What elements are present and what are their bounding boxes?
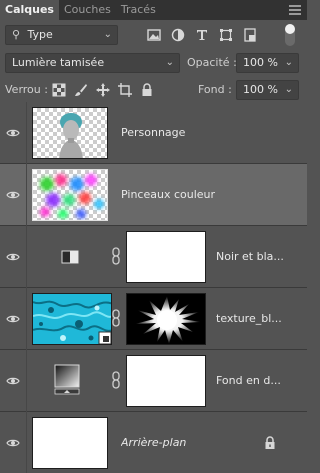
opacity-value: 100 % xyxy=(243,56,278,69)
visibility-separator xyxy=(26,350,27,412)
opacity-field[interactable]: 100 % ⌄ xyxy=(236,53,299,73)
lock-label: Verrou : xyxy=(5,83,48,96)
chevron-down-icon: ⌄ xyxy=(284,84,293,95)
layer-name: Personnage xyxy=(121,126,186,139)
layer-thumbnail xyxy=(32,293,112,345)
filter-kind-value: Type xyxy=(27,28,53,41)
blend-mode-select[interactable]: Lumière tamisée ⌄ xyxy=(5,53,180,73)
visibility-separator xyxy=(26,226,27,288)
link-chain-icon[interactable] xyxy=(111,246,121,266)
lock-position-icon[interactable] xyxy=(95,82,111,98)
portrait-thumbnail xyxy=(59,113,83,158)
gradient-fill-icon xyxy=(54,364,80,395)
blend-mode-value: Lumière tamisée xyxy=(12,56,105,69)
type-filter-icon[interactable] xyxy=(194,27,210,43)
visibility-separator xyxy=(26,164,27,226)
visibility-separator xyxy=(26,102,27,164)
layer-name: Fond en d... xyxy=(216,374,281,387)
lock-image-pixels-icon[interactable] xyxy=(73,82,89,98)
layer-personnage[interactable]: Personnage xyxy=(0,102,307,164)
color-brushes-thumbnail xyxy=(40,174,104,219)
chevron-down-icon: ⌄ xyxy=(165,57,174,68)
filter-row: ⚲ Type ⌄ xyxy=(0,24,307,46)
layer-name: texture_bl... xyxy=(216,312,282,325)
eye-icon[interactable] xyxy=(6,312,20,326)
link-chain-icon[interactable] xyxy=(111,370,121,390)
lock-artboard-icon[interactable] xyxy=(117,82,133,98)
fill-value: 100 % xyxy=(243,83,278,96)
layer-mask-thumbnail xyxy=(126,293,206,345)
panel-tab-bar: Calques Couches Tracés xyxy=(0,0,307,20)
lock-all-icon[interactable] xyxy=(139,82,155,98)
filter-toggle[interactable] xyxy=(285,24,295,46)
lock-icon[interactable] xyxy=(264,436,276,450)
layer-thumbnail xyxy=(32,169,108,221)
eye-icon[interactable] xyxy=(6,374,20,388)
starburst-mask xyxy=(135,296,201,344)
layer-mask-thumbnail xyxy=(126,231,206,283)
blend-row: Lumière tamisée ⌄ Opacité : 100 % ⌄ xyxy=(0,52,307,74)
layer-thumbnail xyxy=(32,107,108,159)
search-icon: ⚲ xyxy=(12,28,21,41)
chevron-down-icon: ⌄ xyxy=(284,57,293,68)
layer-fond-en-degrade[interactable]: Fond en d... xyxy=(0,350,307,412)
opacity-label: Opacité : xyxy=(187,56,237,69)
layer-name: Arrière-plan xyxy=(121,436,187,449)
fill-label: Fond : xyxy=(198,83,232,96)
smart-object-filter-icon[interactable] xyxy=(242,27,258,43)
link-chain-icon[interactable] xyxy=(111,308,121,328)
lock-row: Verrou : Fond : 100 % ⌄ xyxy=(0,79,307,101)
layer-mask-thumbnail xyxy=(126,355,206,407)
black-white-adjustment-icon xyxy=(61,250,79,264)
eye-icon[interactable] xyxy=(6,188,20,202)
eye-icon[interactable] xyxy=(6,250,20,264)
tab-traces[interactable]: Tracés xyxy=(116,0,161,20)
fill-field[interactable]: 100 % ⌄ xyxy=(236,80,299,100)
layer-name: Pinceaux couleur xyxy=(121,188,216,201)
shape-filter-icon[interactable] xyxy=(218,27,234,43)
layer-texture[interactable]: texture_bl... xyxy=(0,288,307,350)
tab-calques[interactable]: Calques xyxy=(0,0,59,20)
layer-pinceaux-couleur[interactable]: Pinceaux couleur xyxy=(0,164,307,226)
adjustment-filter-icon[interactable] xyxy=(170,27,186,43)
layer-name: Noir et bla... xyxy=(216,250,284,263)
texture-thumbnail xyxy=(33,294,111,344)
filter-kind-select[interactable]: ⚲ Type ⌄ xyxy=(5,25,118,45)
layers-list: Personnage Pinceaux couleur Noir et bla.… xyxy=(0,102,307,473)
chevron-down-icon: ⌄ xyxy=(103,29,112,40)
panel-menu-icon[interactable] xyxy=(289,5,301,15)
eye-icon[interactable] xyxy=(6,436,20,450)
visibility-separator xyxy=(26,288,27,350)
image-filter-icon[interactable] xyxy=(146,27,162,43)
layer-arriere-plan[interactable]: Arrière-plan xyxy=(0,412,307,473)
eye-icon[interactable] xyxy=(6,126,20,140)
lock-transparent-pixels-icon[interactable] xyxy=(51,82,67,98)
layer-noir-et-blanc[interactable]: Noir et bla... xyxy=(0,226,307,288)
visibility-separator xyxy=(26,412,27,473)
layer-thumbnail xyxy=(32,417,108,469)
tab-couches[interactable]: Couches xyxy=(59,0,116,20)
